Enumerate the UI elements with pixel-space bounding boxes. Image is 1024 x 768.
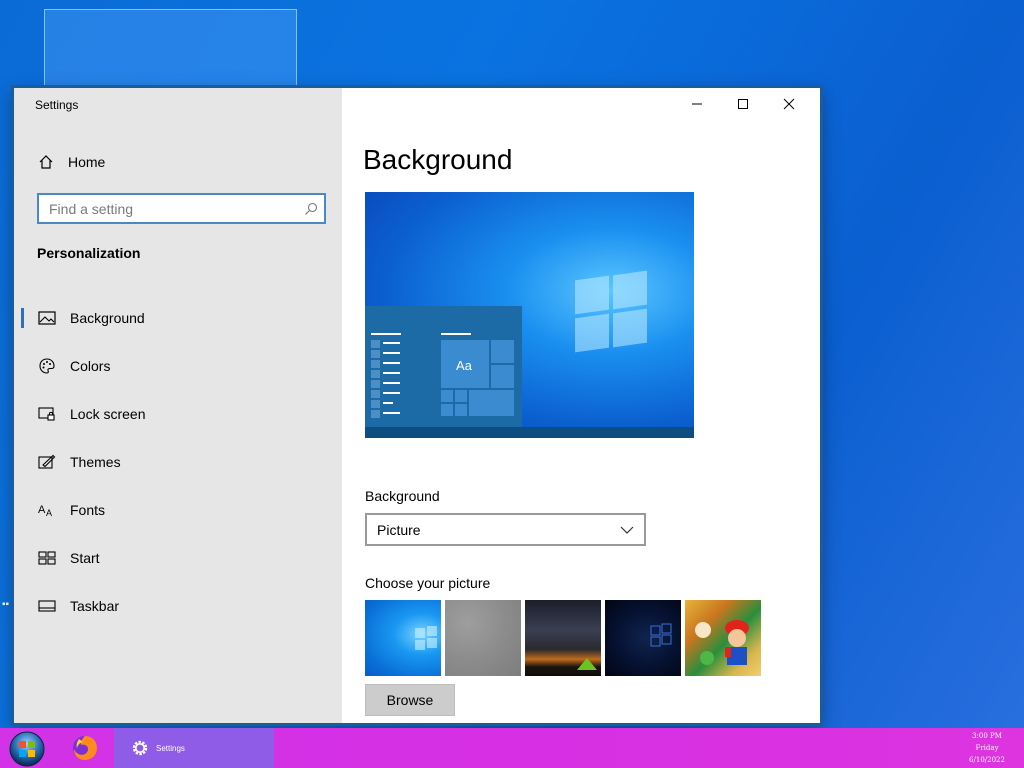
background-type-dropdown[interactable]: Picture [365, 513, 646, 546]
system-clock[interactable]: 3:00 PM Friday 6/10/2022 [964, 730, 1010, 766]
picture-thumbnails [365, 600, 761, 676]
settings-taskbar-button[interactable]: Settings [114, 728, 274, 768]
minimize-button[interactable] [674, 88, 720, 120]
preview-start-menu: Aa [365, 306, 522, 427]
sidebar-item-themes[interactable]: Themes [14, 438, 342, 486]
choose-picture-label: Choose your picture [365, 575, 491, 591]
sidebar: Settings Home Personalization Bac [14, 88, 342, 723]
close-button[interactable] [766, 88, 812, 120]
thumbnail-night-sky[interactable] [525, 600, 601, 676]
home-icon [39, 155, 53, 169]
home-nav[interactable]: Home [38, 150, 105, 174]
fonts-icon: AA [38, 501, 56, 519]
windows-logo-icon [575, 270, 649, 353]
sidebar-item-taskbar[interactable]: Taskbar [14, 582, 342, 630]
thumbnail-dark-windows[interactable] [605, 600, 681, 676]
taskbar-icon [38, 597, 56, 615]
preview-taskbar [365, 427, 694, 438]
firefox-icon [73, 736, 97, 760]
content-pane: Background Aa Background Picture Choose … [342, 88, 820, 723]
sidebar-item-label: Start [70, 550, 100, 566]
search-box[interactable] [37, 193, 326, 224]
search-icon[interactable] [298, 202, 324, 216]
sidebar-nav: Background Colors Lock screen Themes A A… [14, 294, 342, 630]
background-preview: Aa [365, 192, 694, 438]
clock-date: 6/10/2022 [969, 756, 1005, 764]
settings-taskbar-label: Settings [156, 743, 185, 753]
gear-icon [132, 740, 148, 756]
thumbnail-mario[interactable] [685, 600, 761, 676]
settings-window: Settings Home Personalization Bac [13, 87, 821, 724]
start-button[interactable] [8, 730, 46, 768]
desktop-edge-dots: ▪▪ [2, 599, 10, 610]
sidebar-item-label: Colors [70, 358, 111, 374]
background-type-label: Background [365, 488, 440, 504]
minimize-icon [692, 103, 702, 105]
desktop-selection-rectangle [44, 9, 297, 89]
chevron-down-icon [620, 526, 634, 534]
start-icon [38, 549, 56, 567]
close-icon [783, 98, 795, 110]
search-input[interactable] [49, 200, 298, 217]
sidebar-item-label: Background [70, 310, 145, 326]
sidebar-item-background[interactable]: Background [14, 294, 342, 342]
sidebar-item-fonts[interactable]: AA Fonts [14, 486, 342, 534]
clock-day: Friday [975, 744, 999, 752]
sidebar-item-start[interactable]: Start [14, 534, 342, 582]
sidebar-item-label: Fonts [70, 502, 106, 518]
window-title: Settings [35, 98, 79, 112]
sidebar-item-label: Taskbar [70, 598, 120, 614]
image-icon [38, 309, 56, 327]
sidebar-item-label: Lock screen [70, 406, 146, 422]
palette-icon [38, 357, 56, 375]
windows-start-icon [9, 731, 45, 767]
sidebar-item-lock-screen[interactable]: Lock screen [14, 390, 342, 438]
maximize-icon [738, 99, 748, 109]
themes-icon [38, 453, 56, 471]
svg-text:A: A [46, 508, 52, 518]
clock-time: 3:00 PM [972, 732, 1002, 740]
sidebar-item-label: Themes [70, 454, 121, 470]
thumbnail-windows-blue[interactable] [365, 600, 441, 676]
home-label: Home [68, 154, 106, 170]
dropdown-selected-value: Picture [377, 521, 421, 538]
maximize-button[interactable] [720, 88, 766, 120]
firefox-taskbar-button[interactable] [70, 733, 100, 763]
browse-button[interactable]: Browse [365, 684, 455, 716]
page-title: Background [363, 144, 513, 175]
svg-text:A: A [38, 504, 46, 516]
taskbar: Settings 3:00 PM Friday 6/10/2022 [0, 728, 1024, 768]
preview-tile-text: Aa [456, 358, 472, 373]
thumbnail-gray-texture[interactable] [445, 600, 521, 676]
lock-screen-icon [38, 405, 56, 423]
section-title: Personalization [37, 245, 141, 261]
sidebar-item-colors[interactable]: Colors [14, 342, 342, 390]
